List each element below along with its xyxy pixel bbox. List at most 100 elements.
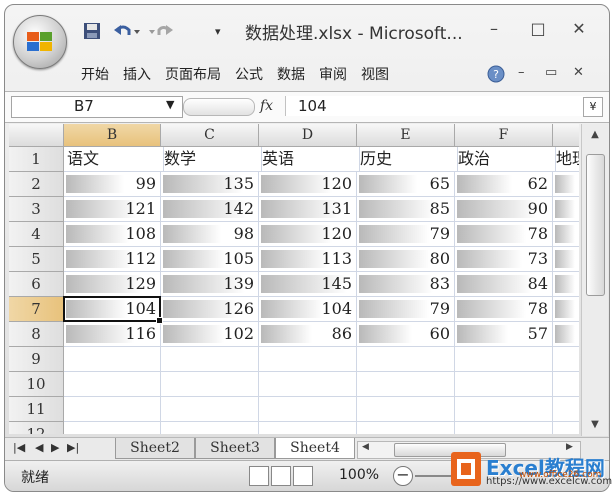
data-cell[interactable]: 120 [259,172,357,197]
data-cell[interactable]: 131 [259,197,357,222]
data-cell[interactable]: 139 [161,272,259,297]
data-cell[interactable]: 135 [161,172,259,197]
chevron-down-icon[interactable]: ▼ [166,98,174,111]
first-sheet-icon[interactable]: |◀ [13,441,25,454]
column-header-D[interactable]: D [259,124,357,147]
ribbon-tab-2[interactable]: 页面布局 [165,64,221,84]
empty-cell[interactable] [161,372,259,397]
empty-cell[interactable] [259,397,357,422]
sheet-tab-sheet4[interactable]: Sheet4 [275,438,355,459]
data-cell[interactable]: 99 [64,172,161,197]
empty-cell[interactable] [553,347,579,372]
data-cell[interactable]: 116 [64,322,161,347]
last-sheet-icon[interactable]: ▶| [67,441,79,454]
header-cell[interactable]: 英语 [259,147,360,172]
scroll-up-icon[interactable]: ▲ [586,126,604,144]
normal-view-icon[interactable] [249,466,269,486]
empty-cell[interactable] [357,397,455,422]
data-cell[interactable]: 85 [357,197,455,222]
insert-function-icon[interactable]: fx [260,98,273,114]
vertical-scroll-thumb[interactable] [586,154,605,296]
header-cell[interactable]: 政治 [455,147,556,172]
workbook-close-button[interactable]: ✕ [573,65,584,80]
data-cell[interactable]: 145 [259,272,357,297]
next-sheet-icon[interactable]: ▶ [51,441,59,454]
data-cell[interactable] [553,222,579,247]
data-cell[interactable]: 78 [455,222,553,247]
empty-cell[interactable] [455,372,553,397]
window-close-button[interactable]: ✕ [565,19,593,41]
empty-cell[interactable] [259,347,357,372]
header-cell[interactable]: 历史 [357,147,458,172]
worksheet-grid[interactable]: BCDEF1语文数学英语历史政治地理2991351206562312114213… [9,124,579,434]
select-all-corner[interactable] [9,124,64,147]
prev-sheet-icon[interactable]: ◀ [35,441,43,454]
row-header[interactable]: 5 [9,247,64,272]
row-header[interactable]: 10 [9,372,64,397]
zoom-out-button[interactable]: − [393,466,413,486]
empty-cell[interactable] [455,397,553,422]
row-header[interactable]: 9 [9,347,64,372]
empty-cell[interactable] [553,372,579,397]
data-cell[interactable] [553,247,579,272]
empty-cell[interactable] [64,397,161,422]
empty-cell[interactable] [259,372,357,397]
column-header-C[interactable]: C [161,124,259,147]
column-header-F[interactable]: F [455,124,553,147]
data-cell[interactable]: 79 [357,222,455,247]
data-cell[interactable] [553,172,579,197]
data-cell[interactable]: 113 [259,247,357,272]
data-cell[interactable]: 121 [64,197,161,222]
save-button[interactable] [83,21,101,41]
data-cell[interactable]: 112 [64,247,161,272]
column-header-E[interactable]: E [357,124,455,147]
data-cell[interactable] [553,297,579,322]
scroll-left-icon[interactable]: ◀ [362,442,369,452]
empty-cell[interactable] [357,422,455,434]
ribbon-tab-5[interactable]: 审阅 [319,64,347,84]
empty-cell[interactable] [357,347,455,372]
data-cell[interactable]: 142 [161,197,259,222]
header-cell[interactable]: 数学 [161,147,262,172]
row-header[interactable]: 8 [9,322,64,347]
page-break-view-icon[interactable] [293,466,313,486]
redo-button[interactable] [147,21,177,41]
data-cell[interactable]: 65 [357,172,455,197]
data-cell[interactable]: 104 [259,297,357,322]
data-cell[interactable]: 108 [64,222,161,247]
data-cell[interactable] [553,272,579,297]
vertical-scrollbar[interactable]: ▲ ▼ [581,124,608,436]
window-minimize-button[interactable]: – [480,19,508,41]
undo-button[interactable] [113,21,141,41]
data-cell[interactable]: 98 [161,222,259,247]
empty-cell[interactable] [455,422,553,434]
formula-input[interactable]: 104 [285,96,586,116]
help-icon[interactable]: ? [487,65,505,83]
formula-bar-splitter[interactable] [183,98,255,116]
data-cell[interactable]: 129 [64,272,161,297]
row-header[interactable]: 3 [9,197,64,222]
row-header[interactable]: 7 [9,297,64,322]
scroll-down-icon[interactable]: ▼ [586,416,604,434]
ribbon-tab-6[interactable]: 视图 [361,64,389,84]
empty-cell[interactable] [357,372,455,397]
empty-cell[interactable] [161,347,259,372]
empty-cell[interactable] [455,347,553,372]
sheet-tab-sheet2[interactable]: Sheet2 [115,438,195,459]
data-cell[interactable]: 62 [455,172,553,197]
data-cell[interactable]: 105 [161,247,259,272]
empty-cell[interactable] [64,422,161,434]
empty-cell[interactable] [64,372,161,397]
data-cell[interactable]: 73 [455,247,553,272]
row-header[interactable]: 4 [9,222,64,247]
row-header[interactable]: 6 [9,272,64,297]
scroll-right-icon[interactable]: ▶ [566,442,573,452]
empty-cell[interactable] [64,347,161,372]
empty-cell[interactable] [259,422,357,434]
ribbon-tab-4[interactable]: 数据 [277,64,305,84]
data-cell[interactable]: 86 [259,322,357,347]
header-cell[interactable]: 地理 [553,147,579,172]
row-header[interactable]: 12 [9,422,64,434]
empty-cell[interactable] [161,422,259,434]
data-cell[interactable] [553,322,579,347]
